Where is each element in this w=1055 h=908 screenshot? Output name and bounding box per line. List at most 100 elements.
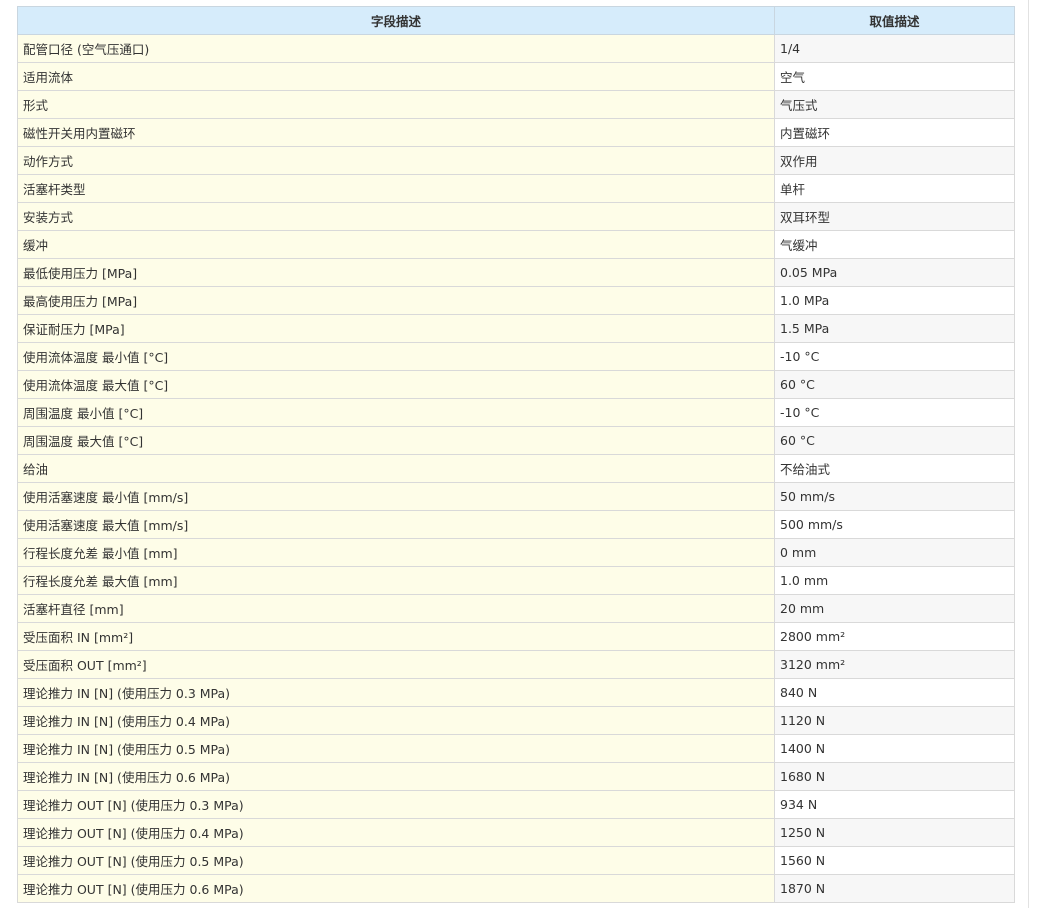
field-description-cell: 使用流体温度 最小值 [°C] (17, 342, 775, 371)
field-description-cell: 活塞杆类型 (17, 174, 775, 203)
table-row: 理论推力 OUT [N] (使用压力 0.6 MPa) 1870 N (17, 874, 1015, 903)
field-description-cell: 给油 (17, 454, 775, 483)
field-description-cell: 理论推力 IN [N] (使用压力 0.3 MPa) (17, 678, 775, 707)
value-description-cell: 60 °C (774, 370, 1015, 399)
field-description-cell: 形式 (17, 90, 775, 119)
value-description-cell: 1120 N (774, 706, 1015, 735)
value-description-cell: 1870 N (774, 874, 1015, 903)
field-description-cell: 配管口径 (空气压通口) (17, 34, 775, 63)
value-description-cell: 1560 N (774, 846, 1015, 875)
table-row: 使用流体温度 最大值 [°C] 60 °C (17, 370, 1015, 399)
field-description-cell: 理论推力 IN [N] (使用压力 0.5 MPa) (17, 734, 775, 763)
table-row: 理论推力 IN [N] (使用压力 0.5 MPa) 1400 N (17, 734, 1015, 763)
table-row: 缓冲 气缓冲 (17, 230, 1015, 259)
value-description-cell: 1400 N (774, 734, 1015, 763)
value-description-cell: 1.0 mm (774, 566, 1015, 595)
field-description-cell: 磁性开关用内置磁环 (17, 118, 775, 147)
value-description-cell: -10 °C (774, 342, 1015, 371)
table-row: 使用活塞速度 最大值 [mm/s] 500 mm/s (17, 510, 1015, 539)
field-description-cell: 理论推力 OUT [N] (使用压力 0.5 MPa) (17, 846, 775, 875)
field-description-cell: 理论推力 OUT [N] (使用压力 0.6 MPa) (17, 874, 775, 903)
table-row: 活塞杆类型 单杆 (17, 174, 1015, 203)
value-description-cell: 1250 N (774, 818, 1015, 847)
field-description-cell: 安装方式 (17, 202, 775, 231)
value-description-cell: 不给油式 (774, 454, 1015, 483)
value-description-cell: 1.0 MPa (774, 286, 1015, 315)
value-description-cell: 空气 (774, 62, 1015, 91)
table-row: 理论推力 IN [N] (使用压力 0.6 MPa) 1680 N (17, 762, 1015, 791)
table-row: 使用活塞速度 最小值 [mm/s] 50 mm/s (17, 482, 1015, 511)
field-description-cell: 理论推力 OUT [N] (使用压力 0.3 MPa) (17, 790, 775, 819)
value-description-cell: 内置磁环 (774, 118, 1015, 147)
value-description-cell: 3120 mm² (774, 650, 1015, 679)
value-description-cell: 双耳环型 (774, 202, 1015, 231)
table-row: 安装方式 双耳环型 (17, 202, 1015, 231)
table-row: 最低使用压力 [MPa] 0.05 MPa (17, 258, 1015, 287)
value-description-cell: 50 mm/s (774, 482, 1015, 511)
field-description-cell: 周围温度 最小值 [°C] (17, 398, 775, 427)
value-description-cell: 934 N (774, 790, 1015, 819)
table-row: 适用流体 空气 (17, 62, 1015, 91)
spec-table-header: 字段描述 取值描述 (17, 6, 1015, 35)
table-row: 周围温度 最小值 [°C] -10 °C (17, 398, 1015, 427)
value-description-cell: 0 mm (774, 538, 1015, 567)
table-row: 行程长度允差 最小值 [mm] 0 mm (17, 538, 1015, 567)
value-description-cell: -10 °C (774, 398, 1015, 427)
value-description-cell: 1680 N (774, 762, 1015, 791)
field-description-cell: 周围温度 最大值 [°C] (17, 426, 775, 455)
value-description-cell: 840 N (774, 678, 1015, 707)
field-description-cell: 行程长度允差 最小值 [mm] (17, 538, 775, 567)
table-row: 形式 气压式 (17, 90, 1015, 119)
value-description-cell: 1/4 (774, 34, 1015, 63)
value-description-cell: 气压式 (774, 90, 1015, 119)
field-description-cell: 最低使用压力 [MPa] (17, 258, 775, 287)
value-description-cell: 气缓冲 (774, 230, 1015, 259)
table-row: 动作方式 双作用 (17, 146, 1015, 175)
frame-border (1028, 0, 1029, 908)
field-description-cell: 受压面积 IN [mm²] (17, 622, 775, 651)
field-description-cell: 使用流体温度 最大值 [°C] (17, 370, 775, 399)
table-row: 给油 不给油式 (17, 454, 1015, 483)
field-description-cell: 使用活塞速度 最大值 [mm/s] (17, 510, 775, 539)
field-description-cell: 动作方式 (17, 146, 775, 175)
field-description-cell: 受压面积 OUT [mm²] (17, 650, 775, 679)
field-description-cell: 保证耐压力 [MPa] (17, 314, 775, 343)
field-description-cell: 理论推力 OUT [N] (使用压力 0.4 MPa) (17, 818, 775, 847)
table-row: 配管口径 (空气压通口) 1/4 (17, 34, 1015, 63)
value-description-cell: 0.05 MPa (774, 258, 1015, 287)
table-row: 理论推力 OUT [N] (使用压力 0.4 MPa) 1250 N (17, 818, 1015, 847)
value-description-cell: 2800 mm² (774, 622, 1015, 651)
value-description-cell: 500 mm/s (774, 510, 1015, 539)
field-description-cell: 缓冲 (17, 230, 775, 259)
table-row: 受压面积 IN [mm²] 2800 mm² (17, 622, 1015, 651)
field-description-cell: 理论推力 IN [N] (使用压力 0.4 MPa) (17, 706, 775, 735)
header-field-description: 字段描述 (17, 6, 775, 35)
spec-table: 字段描述 取值描述 配管口径 (空气压通口) 1/4 适用流体 空气 形式 气压式 磁性开关… (17, 6, 1015, 903)
value-description-cell: 双作用 (774, 146, 1015, 175)
table-row: 活塞杆直径 [mm] 20 mm (17, 594, 1015, 623)
field-description-cell: 理论推力 IN [N] (使用压力 0.6 MPa) (17, 762, 775, 791)
field-description-cell: 最高使用压力 [MPa] (17, 286, 775, 315)
table-row: 理论推力 IN [N] (使用压力 0.4 MPa) 1120 N (17, 706, 1015, 735)
table-row: 理论推力 IN [N] (使用压力 0.3 MPa) 840 N (17, 678, 1015, 707)
table-row: 理论推力 OUT [N] (使用压力 0.3 MPa) 934 N (17, 790, 1015, 819)
field-description-cell: 适用流体 (17, 62, 775, 91)
table-row: 周围温度 最大值 [°C] 60 °C (17, 426, 1015, 455)
table-row: 受压面积 OUT [mm²] 3120 mm² (17, 650, 1015, 679)
table-row: 最高使用压力 [MPa] 1.0 MPa (17, 286, 1015, 315)
field-description-cell: 使用活塞速度 最小值 [mm/s] (17, 482, 775, 511)
field-description-cell: 活塞杆直径 [mm] (17, 594, 775, 623)
header-row: 字段描述 取值描述 (17, 6, 1015, 35)
field-description-cell: 行程长度允差 最大值 [mm] (17, 566, 775, 595)
value-description-cell: 20 mm (774, 594, 1015, 623)
value-description-cell: 60 °C (774, 426, 1015, 455)
table-row: 使用流体温度 最小值 [°C] -10 °C (17, 342, 1015, 371)
value-description-cell: 单杆 (774, 174, 1015, 203)
header-value-description: 取值描述 (774, 6, 1015, 35)
value-description-cell: 1.5 MPa (774, 314, 1015, 343)
table-row: 磁性开关用内置磁环 内置磁环 (17, 118, 1015, 147)
table-row: 理论推力 OUT [N] (使用压力 0.5 MPa) 1560 N (17, 846, 1015, 875)
table-row: 行程长度允差 最大值 [mm] 1.0 mm (17, 566, 1015, 595)
table-row: 保证耐压力 [MPa] 1.5 MPa (17, 314, 1015, 343)
spec-table-body: 配管口径 (空气压通口) 1/4 适用流体 空气 形式 气压式 磁性开关用内置磁环 内置磁环动… (17, 34, 1015, 903)
